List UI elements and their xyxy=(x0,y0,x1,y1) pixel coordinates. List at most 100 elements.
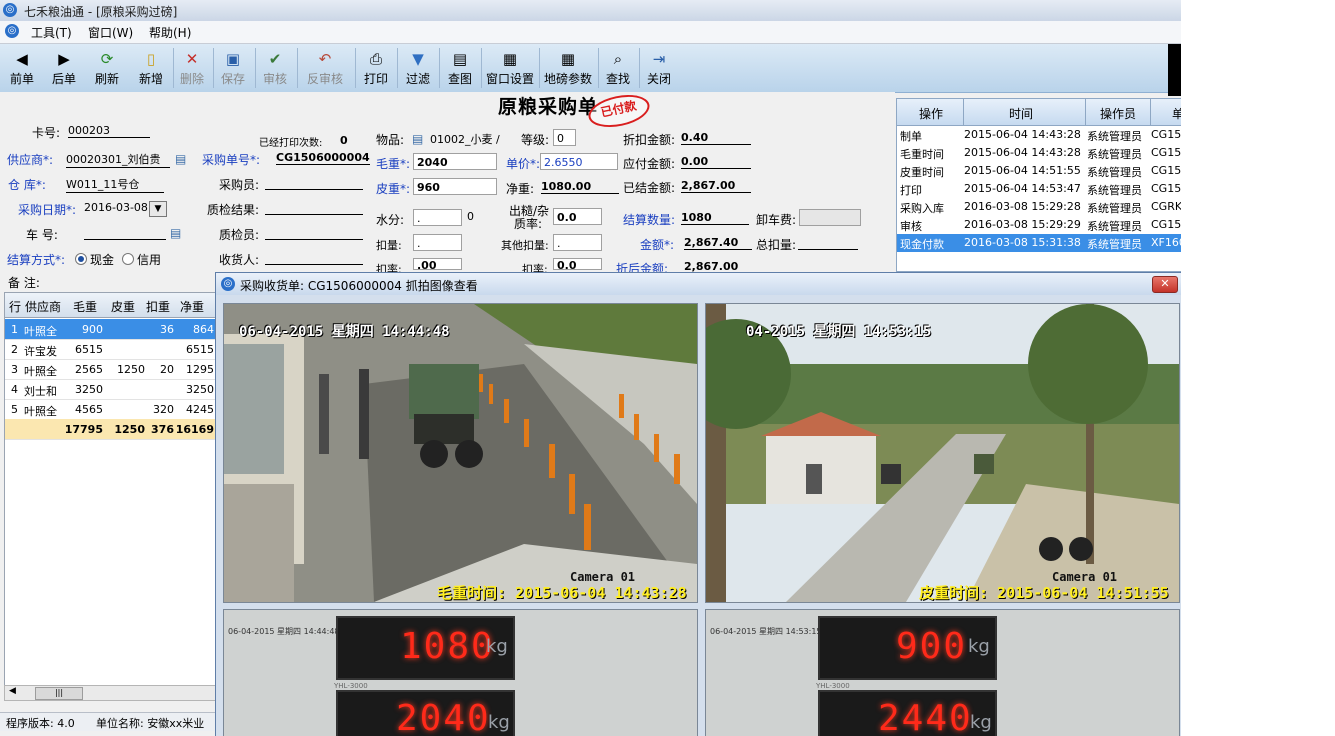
grid-horizontal-scrollbar[interactable]: ◀ ||| xyxy=(4,685,218,701)
log-row[interactable]: 毛重时间2015-06-04 14:43:28系统管理员CG150 xyxy=(897,144,1181,162)
inspector-field[interactable] xyxy=(265,226,363,240)
log-col-user[interactable]: 操作员 xyxy=(1100,105,1136,122)
settled-label: 已结金额: xyxy=(623,181,676,195)
supplier-field[interactable]: 00020301_刘伯贵 xyxy=(66,151,170,168)
refresh-icon: ⟳ xyxy=(100,50,114,68)
app-window: ◎ 七禾粮油通 - [原粮采购过磅] ◎ 工具(T) 窗口(W) 帮助(H) ◀… xyxy=(0,0,1181,736)
gross-label: 毛重*: xyxy=(376,157,411,171)
log-row[interactable]: 采购入库2016-03-08 15:29:28系统管理员CGRK1 xyxy=(897,198,1181,216)
supplier-label: 供应商*: xyxy=(7,153,54,167)
amount-field: 2,867.40 xyxy=(684,236,752,250)
rate1-input[interactable]: .00 xyxy=(413,258,462,272)
warehouse-field[interactable]: W011_11号仓 xyxy=(66,176,164,193)
qc-result-field[interactable] xyxy=(265,201,363,215)
toolbar-separator xyxy=(439,48,440,88)
toolbar-separator xyxy=(481,48,482,88)
grid-col-supplier[interactable]: 供应商 xyxy=(25,298,61,315)
settle-credit-radio[interactable]: 信用 xyxy=(122,251,161,268)
new-icon: ▯ xyxy=(146,50,156,68)
tare-input[interactable]: 960 xyxy=(413,178,497,195)
scroll-left-icon[interactable]: ◀ xyxy=(9,686,16,696)
purchase-no-field[interactable]: CG1506000004 xyxy=(276,151,370,165)
toolbar-close-button[interactable]: ⇥ 关闭 xyxy=(642,46,676,90)
grid-row[interactable]: 5 叶照全 4565 320 4245 xyxy=(5,399,217,420)
log-col-divider xyxy=(1085,99,1086,125)
log-row[interactable]: 审核2016-03-08 15:29:29系统管理员CG150 xyxy=(897,216,1181,234)
log-col-op[interactable]: 操作 xyxy=(919,105,943,122)
toolbar-delete-button[interactable]: ✕ 删除 xyxy=(174,46,210,90)
grade-input[interactable]: 0 xyxy=(553,129,576,146)
toolbar-filter-button[interactable]: ▼ 过滤 xyxy=(400,46,436,90)
dialog-close-button[interactable]: ✕ xyxy=(1152,276,1178,293)
grid-col-row[interactable]: 行 xyxy=(9,298,21,315)
vehicle-lookup-icon[interactable]: ▤ xyxy=(170,226,186,240)
moisture-input[interactable]: . xyxy=(413,209,462,226)
find-icon: ⌕ xyxy=(613,50,623,68)
toolbar-scale-params-button[interactable]: ▦ 地磅参数 xyxy=(542,46,594,90)
toolbar-prev-button[interactable]: ◀ 前单 xyxy=(3,46,41,90)
settle-cash-radio[interactable]: 现金 xyxy=(75,251,114,268)
impurity-input[interactable]: 0.0 xyxy=(553,208,602,225)
menu-tools[interactable]: 工具(T) xyxy=(31,24,72,41)
supplier-lookup-icon[interactable]: ▤ xyxy=(175,152,191,166)
toolbar-next-button[interactable]: ▶ 后单 xyxy=(45,46,83,90)
vehicle-field[interactable] xyxy=(84,226,166,240)
toolbar-find-button[interactable]: ⌕ 查找 xyxy=(601,46,635,90)
operation-log-table: 操作 时间 操作员 单 制单2015-06-04 14:43:28系统管理员CG… xyxy=(896,98,1181,272)
menu-window[interactable]: 窗口(W) xyxy=(88,24,133,41)
tare-capture-image: 04-2015 星期四 14:53:15 Camera 01 皮重时间: 201… xyxy=(705,303,1180,603)
grid-col-net[interactable]: 净重 xyxy=(180,298,204,315)
unload-fee-input[interactable] xyxy=(799,209,861,226)
toolbar-save-button[interactable]: ▣ 保存 xyxy=(214,46,252,90)
receiver-label: 收货人: xyxy=(219,253,260,267)
amount-label: 金额*: xyxy=(640,238,675,252)
next-doc-icon: ▶ xyxy=(58,50,70,68)
price-input[interactable]: 2.6550 xyxy=(540,153,618,170)
log-col-time[interactable]: 时间 xyxy=(1009,105,1033,122)
rate2-input[interactable]: 0.0 xyxy=(553,258,602,272)
gross-capture-image: 06-04-2015 星期四 14:44:48 Camera 01 毛重时间: … xyxy=(223,303,698,603)
date-field[interactable]: 2016-03-08 xyxy=(84,201,148,214)
toolbar-unaudit-button[interactable]: ↶ 反审核 xyxy=(300,46,350,90)
deduct-qty-input[interactable]: . xyxy=(413,234,462,251)
buyer-field[interactable] xyxy=(265,176,363,190)
grid-row-selected[interactable]: 1 叶照全 900 36 864 xyxy=(5,319,217,340)
log-row[interactable]: 制单2015-06-04 14:43:28系统管理员CG150 xyxy=(897,126,1181,144)
grid-col-deduct[interactable]: 扣重 xyxy=(146,298,170,315)
grid-col-tare[interactable]: 皮重 xyxy=(111,298,135,315)
goods-field[interactable]: 01002_小麦 / xyxy=(430,131,500,147)
gross-input[interactable]: 2040 xyxy=(413,153,497,170)
date-dropdown-icon[interactable]: ▼ xyxy=(149,201,167,217)
toolbar-audit-button[interactable]: ✔ 审核 xyxy=(256,46,294,90)
receiver-field[interactable] xyxy=(265,251,363,265)
log-row-selected[interactable]: 现金付款2016-03-08 15:31:38系统管理员XF160 xyxy=(897,234,1181,252)
other-deduct-input[interactable]: . xyxy=(553,234,602,251)
scroll-thumb[interactable]: ||| xyxy=(35,687,83,700)
grid-col-gross[interactable]: 毛重 xyxy=(73,298,97,315)
goods-lookup-icon[interactable]: ▤ xyxy=(412,132,428,146)
capture-image-dialog: ◎ 采购收货单: CG1506000004 抓拍图像查看 ✕ 06-04-201… xyxy=(215,272,1181,736)
toolbar-window-settings-button[interactable]: ▦ 窗口设置 xyxy=(484,46,536,90)
toolbar-refresh-button[interactable]: ⟳ 刷新 xyxy=(87,46,127,90)
log-col-doc[interactable]: 单 xyxy=(1172,105,1181,122)
black-panel xyxy=(1168,44,1181,96)
card-no-field[interactable]: 000203 xyxy=(68,124,150,138)
toolbar-view-image-button[interactable]: ▤ 查图 xyxy=(442,46,478,90)
toolbar-print-button[interactable]: ⎙ 打印 xyxy=(358,46,394,90)
log-row[interactable]: 打印2015-06-04 14:53:47系统管理员CG150 xyxy=(897,180,1181,198)
view-image-icon: ▤ xyxy=(452,50,468,68)
log-row[interactable]: 皮重时间2015-06-04 14:51:55系统管理员CG150 xyxy=(897,162,1181,180)
payable-field: 0.00 xyxy=(681,155,751,169)
log-col-divider xyxy=(963,99,964,125)
grid-row[interactable]: 2 许宝发 6515 6515 xyxy=(5,339,217,360)
delete-icon: ✕ xyxy=(185,50,199,68)
vehicle-label: 车 号: xyxy=(26,228,58,242)
gross-led-panel-top: 1080 kg xyxy=(336,616,515,680)
toolbar-new-button[interactable]: ▯ 新增 xyxy=(131,46,171,90)
menu-help[interactable]: 帮助(H) xyxy=(149,24,191,41)
grid-row[interactable]: 4 刘士和 3250 3250 xyxy=(5,379,217,400)
printed-count-value: 0 xyxy=(340,134,348,147)
grid-row[interactable]: 3 叶照全 2565 1250 20 1295 xyxy=(5,359,217,380)
dialog-title-bar: ◎ 采购收货单: CG1506000004 抓拍图像查看 ✕ xyxy=(216,273,1181,295)
menu-app-icon[interactable]: ◎ xyxy=(5,24,19,38)
